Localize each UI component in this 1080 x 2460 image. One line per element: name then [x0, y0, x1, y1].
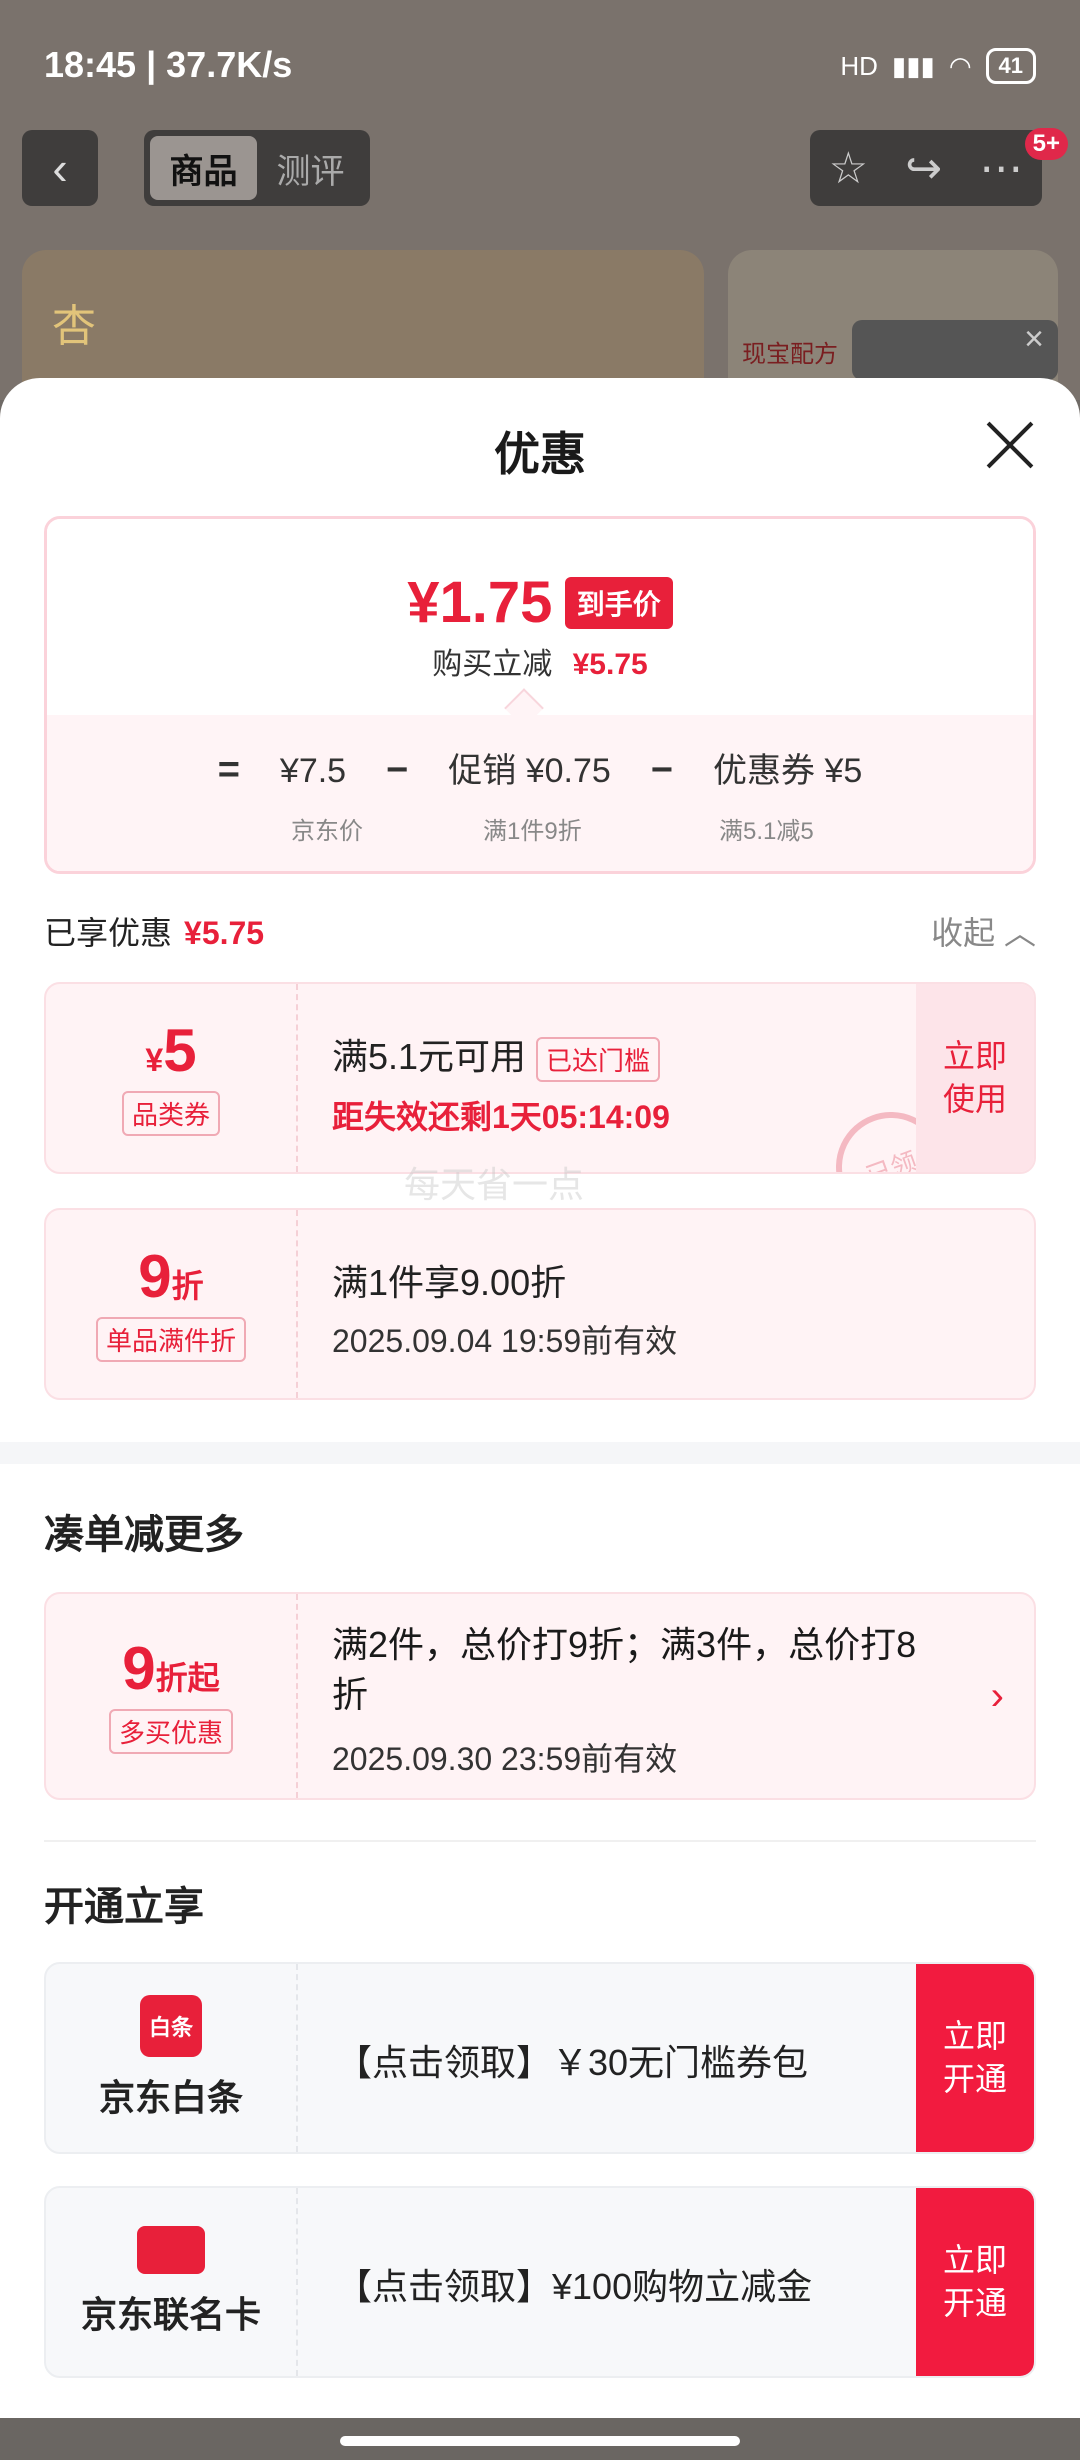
jd-price: ¥7.5 [279, 752, 347, 790]
baitiao-name: 京东白条 [98, 2077, 243, 2118]
star-icon[interactable]: ☆ [829, 143, 868, 194]
baitiao-card: 白条 京东白条 【点击领取】￥30无门槛券包 立即 开通 [44, 1962, 1036, 2154]
multi-buy-card[interactable]: 9折起 多买优惠 满2件，总价打9折；满3件，总价打8折 2025.09.30 … [44, 1592, 1036, 1800]
watermark: 每天省一点 [404, 1164, 585, 1205]
instant-discount-value: ¥5.75 [572, 648, 648, 681]
collapse-button[interactable]: 收起 ︿ [931, 908, 1036, 954]
coupon-validity: 2025.09.04 19:59前有效 [332, 1323, 678, 1359]
multi-buy-text: 满2件，总价打9折；满3件，总价打8折 [332, 1624, 917, 1716]
chevron-right-icon: › [990, 1674, 1004, 1718]
coupon-countdown: 距失效还剩1天05:14:09 [332, 1098, 670, 1135]
final-price-tag: 到手价 [564, 576, 673, 629]
note-jd-price: 京东价 [291, 818, 363, 845]
tab-review[interactable]: 测评 [257, 136, 364, 200]
network-label: HD [840, 50, 878, 81]
enjoyed-value: ¥5.75 [184, 915, 265, 951]
coupon-card-category: ¥5 品类券 满5.1元可用 已达门槛 距失效还剩1天05:14:09 已领 立即… [44, 982, 1036, 1174]
use-now-button[interactable]: 立即 使用 [916, 984, 1034, 1172]
coupon-card-discount: 9折 单品满件折 满1件享9.00折 2025.09.04 19:59前有效 [44, 1208, 1036, 1400]
promo-discount: 促销 ¥0.75 [448, 752, 611, 790]
multi-buy-type: 多买优惠 [108, 1708, 233, 1754]
threshold-badge: 已达门槛 [536, 1036, 661, 1082]
discount-sheet: 优惠 ¥1.75 到手价 购买立减 ¥5.75 = ¥7.5 − 促销 ¥0.7… [0, 378, 1080, 2418]
minus-sign: − [386, 749, 409, 791]
price-summary: ¥1.75 到手价 购买立减 ¥5.75 = ¥7.5 − 促销 ¥0.75 −… [44, 516, 1036, 874]
close-icon[interactable] [982, 418, 1036, 472]
baitiao-logo-icon: 白条 [140, 1995, 202, 2057]
use-now-label: 立即 使用 [942, 1037, 1007, 1117]
open-label: 立即 开通 [942, 2017, 1007, 2097]
multi-buy-suffix: 折起 [155, 1659, 220, 1696]
more-section-title: 凑单减更多 [44, 1513, 244, 1557]
open-cobrand-button[interactable]: 立即 开通 [916, 2188, 1034, 2376]
battery-icon: 41 [985, 48, 1036, 84]
coupon-amount: 9 [138, 1242, 172, 1310]
cobrand-offer: 【点击领取】¥100购物立减金 [336, 2266, 813, 2307]
product-label: 现宝配方 [742, 341, 838, 368]
minus-sign: − [650, 749, 674, 791]
section-divider [0, 1442, 1080, 1464]
coupon-condition: 满5.1元可用 [332, 1036, 527, 1077]
coupon-condition: 满1件享9.00折 [332, 1262, 567, 1303]
coupon-amount: 5 [163, 1016, 197, 1084]
final-price: ¥1.75 [407, 570, 553, 635]
signal-icon: ▮▮▮ [891, 50, 935, 81]
wifi-icon: ◠ [948, 50, 972, 81]
cobrand-name: 京东联名卡 [80, 2294, 261, 2335]
amount-suffix: 折 [171, 1267, 204, 1304]
credit-card-icon [137, 2226, 205, 2274]
baitiao-offer: 【点击领取】￥30无门槛券包 [336, 2042, 809, 2083]
notification-badge: 5+ [1024, 128, 1068, 160]
top-actions: ☆ ↪ ⋯ [810, 130, 1042, 206]
tab-product[interactable]: 商品 [150, 136, 257, 200]
status-icons: HD ▮▮▮ ◠ 41 [840, 48, 1036, 84]
multi-buy-date: 2025.09.30 23:59前有效 [332, 1741, 678, 1777]
coupon-type: 单品满件折 [95, 1316, 246, 1362]
product-char: 杏 [52, 302, 96, 351]
sheet-title: 优惠 [494, 428, 586, 480]
note-promo: 满1件9折 [483, 818, 582, 845]
more-icon[interactable]: ⋯ [979, 143, 1023, 194]
share-icon[interactable]: ↪ [905, 143, 942, 194]
collapse-label: 收起 [931, 915, 996, 951]
price-calculation: = ¥7.5 − 促销 ¥0.75 − 优惠券 ¥5 [47, 743, 1033, 792]
home-indicator[interactable] [340, 2436, 740, 2446]
enjoyed-discount: 已享优惠 ¥5.75 [44, 908, 264, 954]
separator-line [44, 1840, 1036, 1842]
open-section-title: 开通立享 [44, 1885, 204, 1929]
chevron-up-icon: ︿ [1003, 915, 1036, 951]
floating-close-icon[interactable]: × [852, 320, 1058, 380]
enjoyed-label: 已享优惠 [44, 915, 173, 951]
back-button[interactable]: ‹ [22, 130, 98, 206]
amount-prefix: ¥ [145, 1041, 164, 1078]
status-time: 18:45 | 37.7K/s [44, 44, 293, 85]
tab-bar: 商品 测评 [144, 130, 370, 206]
cobrand-card: 京东联名卡 【点击领取】¥100购物立减金 立即 开通 [44, 2186, 1036, 2378]
equals-sign: = [217, 749, 240, 791]
coupon-discount: 优惠券 ¥5 [713, 752, 863, 790]
instant-discount-label: 购买立减 [432, 648, 553, 681]
note-coupon: 满5.1减5 [719, 818, 814, 845]
coupon-type: 品类券 [121, 1090, 220, 1136]
multi-buy-amount: 9 [122, 1634, 156, 1702]
open-label: 立即 开通 [942, 2241, 1007, 2321]
open-baitiao-button[interactable]: 立即 开通 [916, 1964, 1034, 2152]
